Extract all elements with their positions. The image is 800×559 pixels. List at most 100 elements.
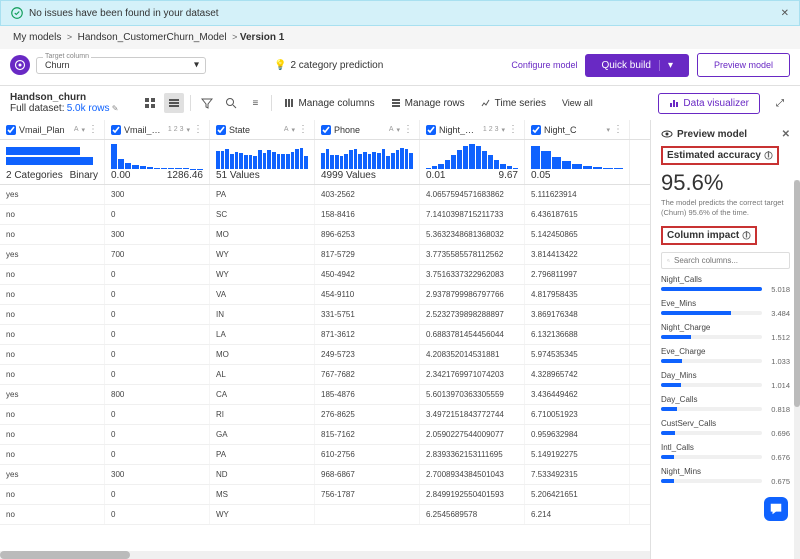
column-name: Vmail_Plan bbox=[19, 125, 71, 135]
chevron-down-icon[interactable]: ▾ bbox=[81, 126, 85, 134]
column-header[interactable]: Night_C ▾ ⋮ bbox=[525, 120, 630, 139]
table-cell: MO bbox=[210, 345, 315, 364]
table-cell: AL bbox=[210, 365, 315, 384]
column-menu-icon[interactable]: ⋮ bbox=[193, 124, 203, 135]
table-row[interactable]: no0WY450-49423.75163373229620832.7968119… bbox=[0, 265, 650, 285]
table-row[interactable]: no0AL767-76822.34217699710742034.3289657… bbox=[0, 365, 650, 385]
horizontal-scrollbar[interactable] bbox=[0, 551, 650, 559]
manage-rows-button[interactable]: Manage rows bbox=[385, 95, 471, 112]
target-selector[interactable]: Target column Churn ▾ bbox=[10, 55, 206, 75]
view-list-icon[interactable] bbox=[164, 93, 184, 113]
table-cell: 817-5729 bbox=[315, 245, 420, 264]
table-cell: 158-8416 bbox=[315, 205, 420, 224]
table-row[interactable]: no0LA871-36120.68837814544560446.1321366… bbox=[0, 325, 650, 345]
column-chart: 0.019.67 bbox=[420, 140, 525, 184]
quick-build-button[interactable]: Quick build ▾ bbox=[585, 54, 689, 77]
chart-icon bbox=[669, 98, 679, 108]
table-row[interactable]: no0VA454-91102.93787999867977664.8179584… bbox=[0, 285, 650, 305]
table-row[interactable]: yes800CA185-48765.60139703633055593.4364… bbox=[0, 385, 650, 405]
chevron-down-icon[interactable]: ▾ bbox=[606, 126, 610, 134]
column-menu-icon[interactable]: ⋮ bbox=[88, 124, 98, 135]
search-columns-input[interactable] bbox=[661, 252, 790, 269]
chevron-down-icon[interactable]: ▾ bbox=[186, 126, 190, 134]
column-name: Phone bbox=[334, 125, 386, 135]
column-impact-label: Column impact i bbox=[661, 226, 757, 245]
table-cell: 0 bbox=[105, 485, 210, 504]
table-cell: 0 bbox=[105, 425, 210, 444]
table-cell: 6.710051923 bbox=[525, 405, 630, 424]
info-icon[interactable]: i bbox=[742, 231, 751, 240]
collapse-icon[interactable]: ⤢ bbox=[770, 93, 790, 113]
table-row[interactable]: yes300PA403-25624.06575945716838625.1116… bbox=[0, 185, 650, 205]
manage-columns-button[interactable]: Manage columns bbox=[278, 95, 380, 112]
column-header[interactable]: Vmail_Plan A ▾ ⋮ bbox=[0, 120, 105, 139]
table-row[interactable]: yes700WY817-57293.77355855781125623.8144… bbox=[0, 245, 650, 265]
chevron-down-icon[interactable]: ▾ bbox=[291, 126, 295, 134]
column-menu-icon[interactable]: ⋮ bbox=[298, 124, 308, 135]
column-menu-icon[interactable]: ⋮ bbox=[403, 124, 413, 135]
chevron-down-icon[interactable]: ▾ bbox=[501, 126, 505, 134]
check-circle-icon bbox=[11, 7, 23, 19]
info-icon[interactable]: i bbox=[764, 151, 773, 160]
preview-model-button[interactable]: Preview model bbox=[697, 53, 790, 77]
table-cell: no bbox=[0, 305, 105, 324]
column-chart: 0.05 bbox=[525, 140, 630, 184]
table-row[interactable]: no0RI276-86253.49721518437727446.7100519… bbox=[0, 405, 650, 425]
table-row[interactable]: no0WY6.25456895786.214 bbox=[0, 505, 650, 525]
table-row[interactable]: yes300ND968-68672.70089343845010437.5334… bbox=[0, 465, 650, 485]
column-header[interactable]: State A ▾ ⋮ bbox=[210, 120, 315, 139]
column-header[interactable]: Night_Mins 1 2 3 ▾ ⋮ bbox=[420, 120, 525, 139]
table-row[interactable]: no0IN331-57512.52327398982888973.8691763… bbox=[0, 305, 650, 325]
help-button[interactable] bbox=[764, 497, 788, 521]
table-cell: 767-7682 bbox=[315, 365, 420, 384]
table-cell: 6.214 bbox=[525, 505, 630, 524]
impact-value: 1.014 bbox=[766, 381, 790, 390]
banner-close-icon[interactable]: ✕ bbox=[781, 8, 789, 19]
column-header[interactable]: Vmail_Mess... 1 2 3 ▾ ⋮ bbox=[105, 120, 210, 139]
column-checkbox[interactable] bbox=[531, 125, 541, 135]
table-cell: 2.9378799986797766 bbox=[420, 285, 525, 304]
column-menu-icon[interactable]: ⋮ bbox=[508, 124, 518, 135]
column-checkbox[interactable] bbox=[6, 125, 16, 135]
column-header[interactable]: Phone A ▾ ⋮ bbox=[315, 120, 420, 139]
table-row[interactable]: no0GA815-71622.05902275440090770.9596329… bbox=[0, 425, 650, 445]
table-row[interactable]: no300MO896-62535.36323486813680325.14245… bbox=[0, 225, 650, 245]
view-grid-icon[interactable] bbox=[140, 93, 160, 113]
table-row[interactable]: no0MS756-17872.84991925504015935.2064216… bbox=[0, 485, 650, 505]
list-icon[interactable]: ≡ bbox=[245, 93, 265, 113]
time-series-button[interactable]: Time series bbox=[475, 95, 552, 112]
chevron-down-icon[interactable]: ▾ bbox=[659, 60, 673, 71]
table-cell: 0 bbox=[105, 445, 210, 464]
table-row[interactable]: no0PA610-27562.83933621531116955.1491922… bbox=[0, 445, 650, 465]
table-row[interactable]: no0MO249-57234.2083520145318815.97453534… bbox=[0, 345, 650, 365]
table-cell: 300 bbox=[105, 185, 210, 204]
filter-icon[interactable] bbox=[197, 93, 217, 113]
column-checkbox[interactable] bbox=[426, 125, 436, 135]
column-checkbox[interactable] bbox=[321, 125, 331, 135]
table-cell: 700 bbox=[105, 245, 210, 264]
table-cell: PA bbox=[210, 185, 315, 204]
table-cell: 0.6883781454456044 bbox=[420, 325, 525, 344]
column-checkbox[interactable] bbox=[111, 125, 121, 135]
table-cell: no bbox=[0, 325, 105, 344]
impact-item: Intl_Calls 0.676 bbox=[661, 443, 790, 462]
table-cell: 450-4942 bbox=[315, 265, 420, 284]
view-all-link[interactable]: View all bbox=[556, 95, 599, 111]
impact-name: Intl_Calls bbox=[661, 443, 790, 452]
data-visualizer-button[interactable]: Data visualizer bbox=[658, 93, 760, 114]
vertical-scrollbar[interactable] bbox=[794, 180, 800, 559]
column-checkbox[interactable] bbox=[216, 125, 226, 135]
breadcrumb-item[interactable]: Handson_CustomerChurn_Model bbox=[78, 32, 227, 43]
table-cell: 7.533492315 bbox=[525, 465, 630, 484]
table-row[interactable]: no0SC158-84167.14103987152117336.4361876… bbox=[0, 205, 650, 225]
chevron-down-icon[interactable]: ▾ bbox=[396, 126, 400, 134]
breadcrumb-item[interactable]: My models bbox=[13, 32, 61, 43]
rows-link[interactable]: 5.0k rows bbox=[67, 103, 110, 114]
search-icon[interactable] bbox=[221, 93, 241, 113]
configure-model-link[interactable]: Configure model bbox=[511, 60, 577, 70]
column-menu-icon[interactable]: ⋮ bbox=[613, 124, 623, 135]
column-chart: 2 CategoriesBinary bbox=[0, 140, 105, 184]
column-type: 1 2 3 bbox=[483, 126, 499, 133]
impact-value: 0.696 bbox=[766, 429, 790, 438]
close-icon[interactable]: ✕ bbox=[782, 129, 790, 140]
